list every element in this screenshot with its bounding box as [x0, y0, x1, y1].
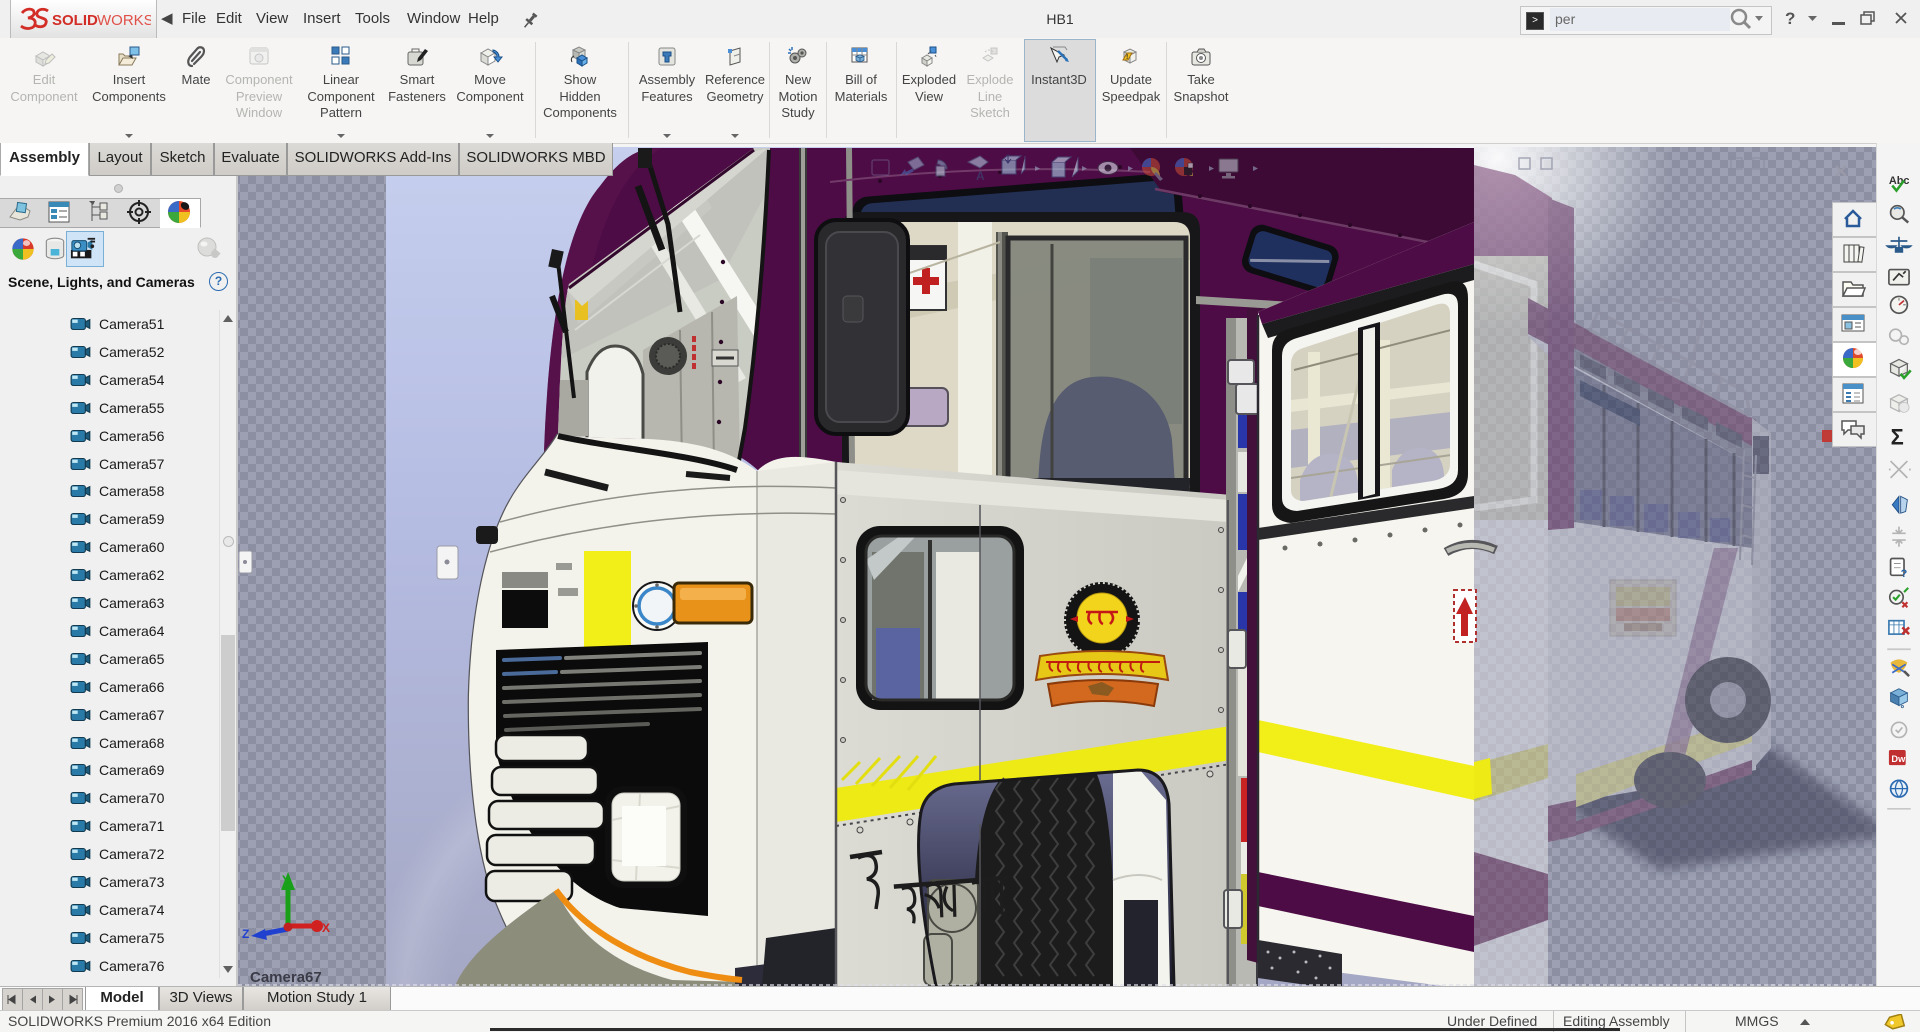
svg-text:?: ? — [1901, 568, 1908, 580]
svg-text:WORKS: WORKS — [97, 12, 151, 29]
svg-text:Σ: Σ — [1891, 424, 1904, 449]
svg-text:Dw: Dw — [1891, 754, 1906, 764]
svg-text:SOLID: SOLID — [52, 12, 98, 29]
svg-text:Z: Z — [242, 927, 249, 941]
svg-text:!: ! — [1126, 54, 1128, 61]
svg-text:Y: Y — [282, 873, 290, 887]
svg-text:X: X — [322, 921, 330, 935]
svg-text:A: A — [976, 169, 985, 183]
svg-text:Camera67: Camera67 — [250, 969, 322, 986]
svg-text:º: º — [1901, 703, 1905, 713]
